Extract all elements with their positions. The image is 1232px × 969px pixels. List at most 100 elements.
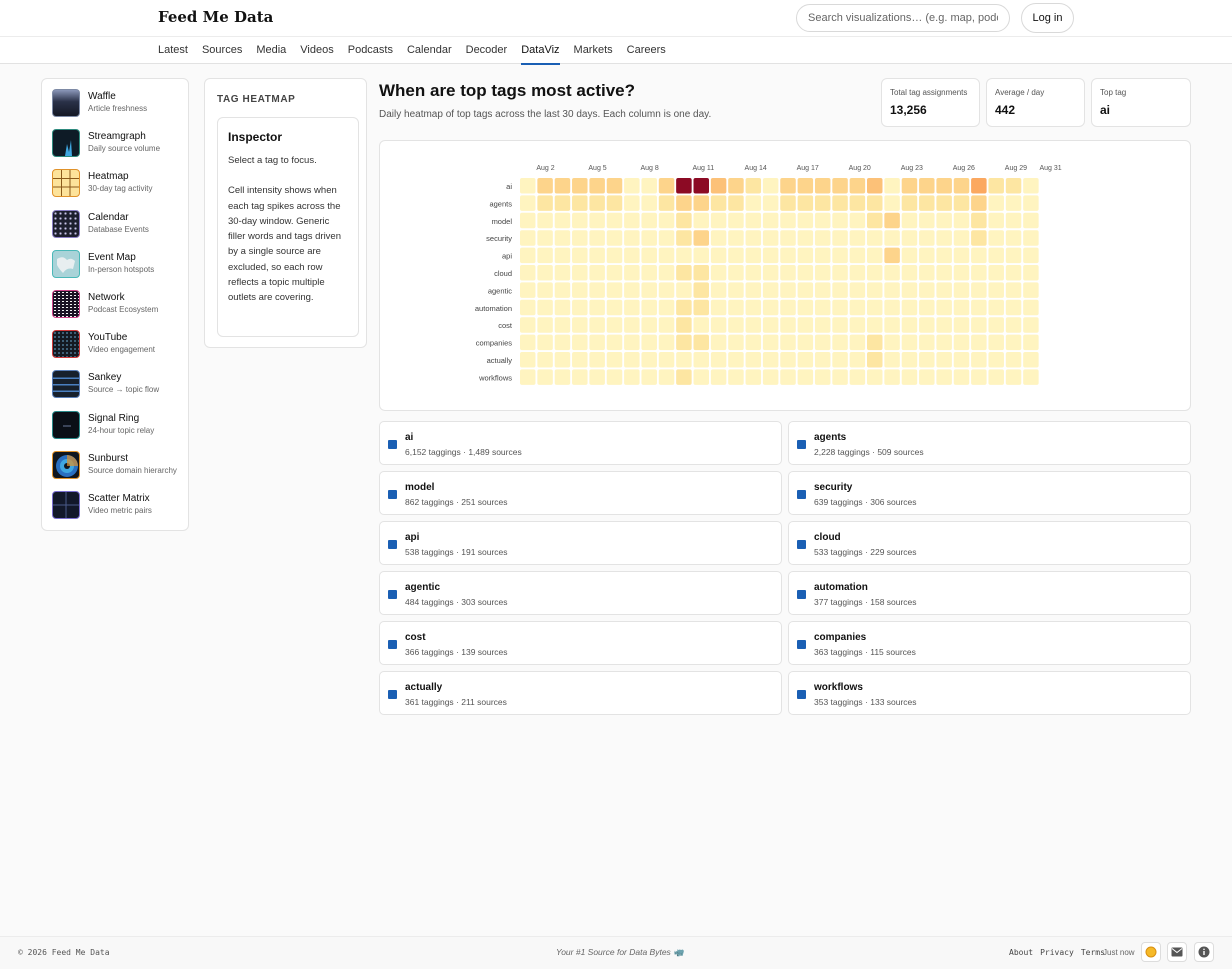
heatmap-cell[interactable]	[814, 247, 831, 264]
heatmap-cell[interactable]	[537, 265, 553, 281]
heatmap-cell[interactable]	[849, 247, 866, 264]
heatmap-cell[interactable]	[867, 352, 883, 368]
tag-card-ai[interactable]: ai 6,152 taggings · 1,489 sources	[379, 421, 782, 465]
heatmap-cell[interactable]	[728, 212, 744, 229]
search-input[interactable]	[796, 4, 1010, 32]
heatmap-cell[interactable]	[676, 299, 692, 316]
heatmap-cell[interactable]	[901, 178, 918, 194]
heatmap-cell[interactable]	[572, 317, 588, 333]
heatmap-cell[interactable]	[988, 212, 1004, 229]
heatmap-cell[interactable]	[762, 369, 779, 385]
sidebar-item-sankey[interactable]: Sankey Source → topic flow	[52, 369, 188, 409]
heatmap-cell[interactable]	[589, 317, 605, 333]
heatmap-cell[interactable]	[936, 247, 952, 264]
heatmap-cell[interactable]	[624, 282, 640, 298]
heatmap-cell[interactable]	[814, 334, 831, 351]
heatmap-cell[interactable]	[971, 178, 987, 194]
heatmap-cell[interactable]	[919, 334, 935, 351]
heatmap-cell[interactable]	[936, 299, 952, 316]
heatmap-cell[interactable]	[624, 369, 640, 385]
heatmap-cell[interactable]	[1005, 317, 1022, 333]
sidebar-item-network[interactable]: Network Podcast Ecosystem	[52, 289, 188, 329]
heatmap-cell[interactable]	[1023, 299, 1039, 316]
nav-decoder[interactable]: Decoder	[466, 37, 508, 64]
heatmap-cell[interactable]	[919, 352, 935, 368]
heatmap-cell[interactable]	[641, 334, 657, 351]
heatmap-cell[interactable]	[676, 195, 692, 211]
nav-videos[interactable]: Videos	[300, 37, 333, 64]
heatmap-cell[interactable]	[676, 334, 692, 351]
heatmap-cell[interactable]	[762, 334, 779, 351]
heatmap-cell[interactable]	[520, 369, 536, 385]
heatmap-cell[interactable]	[728, 299, 744, 316]
heatmap-cell[interactable]	[971, 334, 987, 351]
heatmap-cell[interactable]	[710, 317, 727, 333]
heatmap-cell[interactable]	[1023, 230, 1039, 246]
heatmap-cell[interactable]	[658, 334, 675, 351]
heatmap-cell[interactable]	[693, 299, 710, 316]
heatmap-cell[interactable]	[884, 265, 900, 281]
heatmap-cell[interactable]	[710, 299, 727, 316]
heatmap-cell[interactable]	[762, 212, 779, 229]
contact-button[interactable]	[1167, 942, 1187, 962]
heatmap-cell[interactable]	[953, 195, 970, 211]
heatmap-cell[interactable]	[867, 195, 883, 211]
heatmap-cell[interactable]	[572, 178, 588, 194]
sidebar-item-scatter-matrix[interactable]: Scatter Matrix Video metric pairs	[52, 490, 188, 530]
heatmap-cell[interactable]	[554, 247, 571, 264]
heatmap-cell[interactable]	[971, 230, 987, 246]
heatmap-cell[interactable]	[554, 230, 571, 246]
heatmap-cell[interactable]	[832, 334, 848, 351]
heatmap-cell[interactable]	[884, 334, 900, 351]
heatmap-cell[interactable]	[745, 299, 762, 316]
heatmap-cell[interactable]	[728, 230, 744, 246]
tag-card-model[interactable]: model 862 taggings · 251 sources	[379, 471, 782, 515]
heatmap-cell[interactable]	[849, 299, 866, 316]
heatmap-cell[interactable]	[589, 230, 605, 246]
heatmap-cell[interactable]	[641, 195, 657, 211]
heatmap-cell[interactable]	[849, 178, 866, 194]
heatmap-cell[interactable]	[537, 334, 553, 351]
heatmap-cell[interactable]	[832, 212, 848, 229]
heatmap-cell[interactable]	[849, 230, 866, 246]
sidebar-item-sunburst[interactable]: Sunburst Source domain hierarchy	[52, 450, 188, 490]
heatmap-cell[interactable]	[589, 369, 605, 385]
heatmap-cell[interactable]	[971, 299, 987, 316]
heatmap-cell[interactable]	[971, 317, 987, 333]
heatmap-cell[interactable]	[1023, 317, 1039, 333]
nav-sources[interactable]: Sources	[202, 37, 242, 64]
heatmap-cell[interactable]	[867, 334, 883, 351]
heatmap-cell[interactable]	[953, 352, 970, 368]
heatmap-cell[interactable]	[624, 230, 640, 246]
heatmap-cell[interactable]	[797, 317, 814, 333]
heatmap-cell[interactable]	[849, 265, 866, 281]
heatmap-cell[interactable]	[780, 352, 796, 368]
heatmap-cell[interactable]	[676, 317, 692, 333]
heatmap-cell[interactable]	[901, 334, 918, 351]
heatmap-cell[interactable]	[832, 299, 848, 316]
heatmap-cell[interactable]	[641, 247, 657, 264]
nav-media[interactable]: Media	[256, 37, 286, 64]
heatmap-cell[interactable]	[676, 282, 692, 298]
sidebar-item-waffle[interactable]: Waffle Article freshness	[52, 88, 188, 128]
heatmap-cell[interactable]	[676, 212, 692, 229]
heatmap-cell[interactable]	[936, 352, 952, 368]
heatmap-cell[interactable]	[537, 369, 553, 385]
heatmap-cell[interactable]	[589, 178, 605, 194]
heatmap-cell[interactable]	[867, 282, 883, 298]
heatmap-cell[interactable]	[919, 299, 935, 316]
heatmap-cell[interactable]	[971, 282, 987, 298]
tag-card-agents[interactable]: agents 2,228 taggings · 509 sources	[788, 421, 1191, 465]
heatmap-cell[interactable]	[745, 352, 762, 368]
nav-careers[interactable]: Careers	[627, 37, 666, 64]
tag-card-cost[interactable]: cost 366 taggings · 139 sources	[379, 621, 782, 665]
heatmap-cell[interactable]	[832, 247, 848, 264]
heatmap-cell[interactable]	[953, 265, 970, 281]
heatmap-cell[interactable]	[797, 195, 814, 211]
heatmap-cell[interactable]	[554, 334, 571, 351]
heatmap-cell[interactable]	[901, 299, 918, 316]
heatmap-cell[interactable]	[1005, 178, 1022, 194]
heatmap-cell[interactable]	[658, 247, 675, 264]
heatmap-cell[interactable]	[606, 178, 623, 194]
heatmap-cell[interactable]	[658, 230, 675, 246]
